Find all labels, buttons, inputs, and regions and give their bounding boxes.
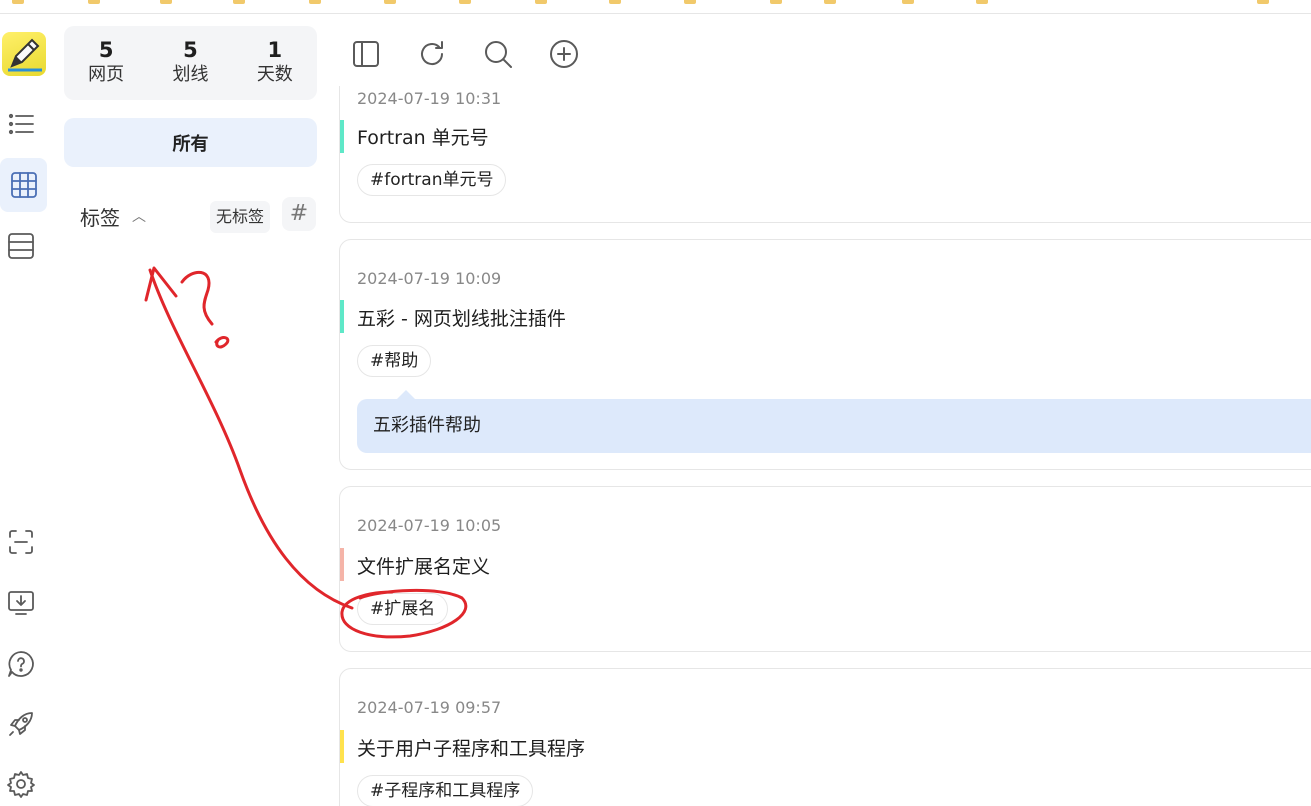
no-tag-filter-button[interactable]: 无标签: [210, 201, 271, 233]
stat-pages: 5 网页: [66, 38, 146, 88]
grid-view-icon[interactable]: [0, 158, 47, 212]
annotation-question-dot: [214, 336, 230, 349]
search-icon: [485, 41, 512, 68]
card-note[interactable]: 五彩插件帮助: [357, 390, 1311, 453]
card-timestamp: 2024-07-19 09:57: [357, 698, 502, 717]
scan-icon[interactable]: [3, 524, 39, 560]
card-tag[interactable]: #扩展名: [357, 593, 449, 625]
card-timestamp: 2024-07-19 10:05: [357, 516, 502, 535]
sidebar-panel-icon: [353, 41, 379, 67]
highlight-color-bar: [340, 548, 344, 581]
highlight-color-bar: [340, 120, 344, 153]
icon-rail: [0, 14, 50, 806]
card-tag[interactable]: #帮助: [357, 345, 432, 377]
refresh-button[interactable]: [414, 34, 450, 74]
hash-tag-icon[interactable]: #: [282, 197, 316, 231]
highlight-card[interactable]: 2024-07-19 09:57 关于用户子程序和工具程序 #子程序和工具程序: [339, 668, 1311, 806]
card-highlight-text[interactable]: 五彩 - 网页划线批注插件: [357, 304, 566, 331]
list-view-icon[interactable]: [3, 106, 39, 142]
card-highlight-text[interactable]: 文件扩展名定义: [357, 552, 490, 579]
toggle-sidebar-button[interactable]: [348, 34, 384, 74]
rocket-icon[interactable]: [3, 706, 39, 742]
top-strip: [0, 0, 1311, 14]
settings-gear-icon[interactable]: [3, 766, 39, 802]
app-logo-icon[interactable]: [2, 32, 46, 76]
refresh-icon: [421, 41, 444, 66]
highlight-card[interactable]: 2024-07-19 10:31 Fortran 单元号 #fortran单元号: [339, 86, 1311, 223]
table-view-icon[interactable]: [3, 228, 39, 264]
chevron-up-icon[interactable]: ︿: [132, 206, 146, 226]
card-highlight-text[interactable]: 关于用户子程序和工具程序: [357, 734, 585, 761]
card-tag[interactable]: #子程序和工具程序: [357, 775, 534, 806]
card-tag[interactable]: #fortran单元号: [357, 164, 507, 196]
annotation-arrow-line: [148, 268, 354, 610]
highlight-color-bar: [340, 300, 344, 333]
tags-title: 标签: [80, 205, 120, 230]
download-icon[interactable]: [3, 585, 39, 621]
search-button[interactable]: [480, 34, 516, 74]
plus-circle-icon: [550, 40, 578, 68]
stat-label: 天数: [256, 64, 293, 85]
annotation-question-mark: [180, 271, 214, 326]
stat-label: 网页: [88, 64, 125, 85]
annotation-arrow-head: [144, 266, 178, 302]
stat-days: 1 天数: [235, 38, 315, 88]
highlight-card[interactable]: 2024-07-19 10:09 五彩 - 网页划线批注插件 #帮助 五彩插件帮…: [339, 239, 1311, 470]
stat-label: 划线: [172, 64, 209, 85]
all-filter-button[interactable]: 所有: [64, 118, 317, 167]
card-timestamp: 2024-07-19 10:09: [357, 269, 502, 288]
highlight-feed: 2024-07-19 10:31 Fortran 单元号 #fortran单元号…: [339, 86, 1311, 806]
stat-highlights: 5 划线: [150, 38, 230, 88]
stats-panel: 5 网页 5 划线 1 天数: [64, 26, 317, 100]
add-button[interactable]: [546, 34, 582, 74]
main-toolbar: [348, 34, 582, 74]
help-icon[interactable]: [3, 646, 39, 682]
card-highlight-text[interactable]: Fortran 单元号: [357, 123, 489, 150]
highlight-card[interactable]: 2024-07-19 10:05 文件扩展名定义 #扩展名: [339, 486, 1311, 652]
stat-value: 5: [98, 38, 114, 62]
tags-section-header[interactable]: 标签 ︿ 无标签 #: [64, 191, 317, 241]
highlight-color-bar: [340, 730, 344, 763]
stat-value: 1: [267, 38, 283, 62]
stat-value: 5: [183, 38, 198, 62]
card-timestamp: 2024-07-19 10:31: [357, 89, 502, 108]
filter-sidebar: 5 网页 5 划线 1 天数 所有 标签 ︿ 无标签 #: [64, 26, 317, 241]
